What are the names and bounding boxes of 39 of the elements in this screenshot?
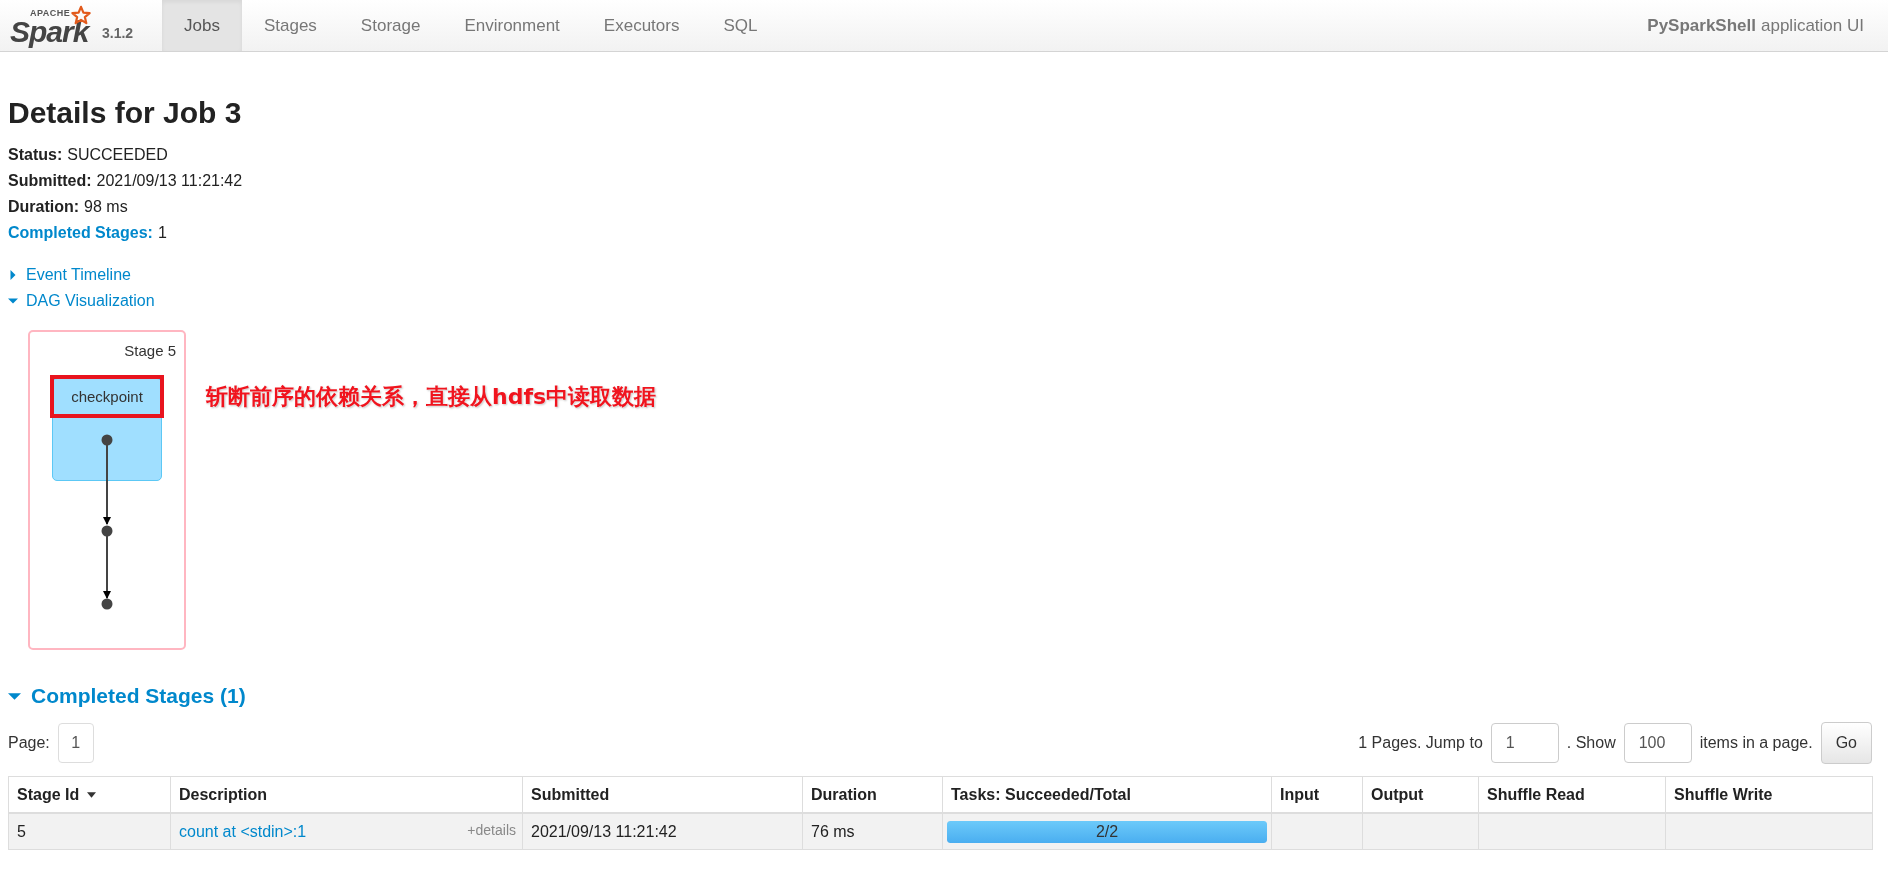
nav-tab[interactable]: SQL (701, 0, 780, 51)
version-label: 3.1.2 (102, 25, 134, 41)
stage-label: Stage 5 (124, 342, 176, 359)
summary-value: 98 ms (84, 197, 128, 217)
page-label: Page: (8, 734, 50, 752)
summary-label-link[interactable]: Completed Stages: (8, 220, 153, 246)
go-button[interactable]: Go (1820, 722, 1872, 764)
nav-tab[interactable]: Jobs (162, 0, 242, 51)
summary-label: Duration: (8, 197, 80, 217)
nav-tab[interactable]: Environment (442, 0, 582, 51)
app-name-suffix: application UI (1761, 15, 1864, 36)
nav-tab[interactable]: Executors (581, 0, 702, 51)
summary-value: 2021/09/13 11:21:42 (96, 171, 243, 191)
logo-small-text: APACHE (30, 8, 71, 18)
page-title: Details for Job 3 (8, 96, 243, 130)
annotation-text: 斩断前序的依赖关系，直接从hdfs中读取数据 (206, 383, 657, 411)
toggle-link[interactable]: DAG Visualization (26, 288, 155, 314)
page-size-field[interactable]: 100 (1623, 723, 1692, 763)
table-cell: 2021/09/13 11:21:42 (522, 813, 803, 850)
summary-label: Submitted: (8, 171, 92, 191)
page-button[interactable]: 1 (57, 723, 94, 763)
section-title-link[interactable]: Completed Stages (1) (31, 684, 246, 708)
progress-text: 2/2 (1094, 822, 1120, 841)
node-label: checkpoint (50, 375, 164, 418)
summary-label: Status: (8, 145, 63, 165)
jump-to-field[interactable]: 1 (1490, 723, 1559, 763)
summary-value: 1 (157, 223, 167, 243)
summary-value: SUCCEEDED (67, 145, 168, 165)
table-cell: 5 (8, 813, 171, 850)
show-text: . Show (1566, 734, 1616, 752)
table-cell: 76 ms (802, 813, 943, 850)
logo-text: Spark (10, 15, 89, 49)
app-name: PySparkShell (1647, 15, 1756, 36)
toggle-link[interactable]: Event Timeline (26, 262, 131, 288)
nav-tab[interactable]: Stages (241, 0, 339, 51)
pages-text: 1 Pages. Jump to (1358, 734, 1483, 752)
description-link[interactable]: count at <stdin>:1 (179, 822, 307, 840)
items-text: items in a page. (1699, 734, 1813, 752)
nav-tab[interactable]: Storage (338, 0, 443, 51)
